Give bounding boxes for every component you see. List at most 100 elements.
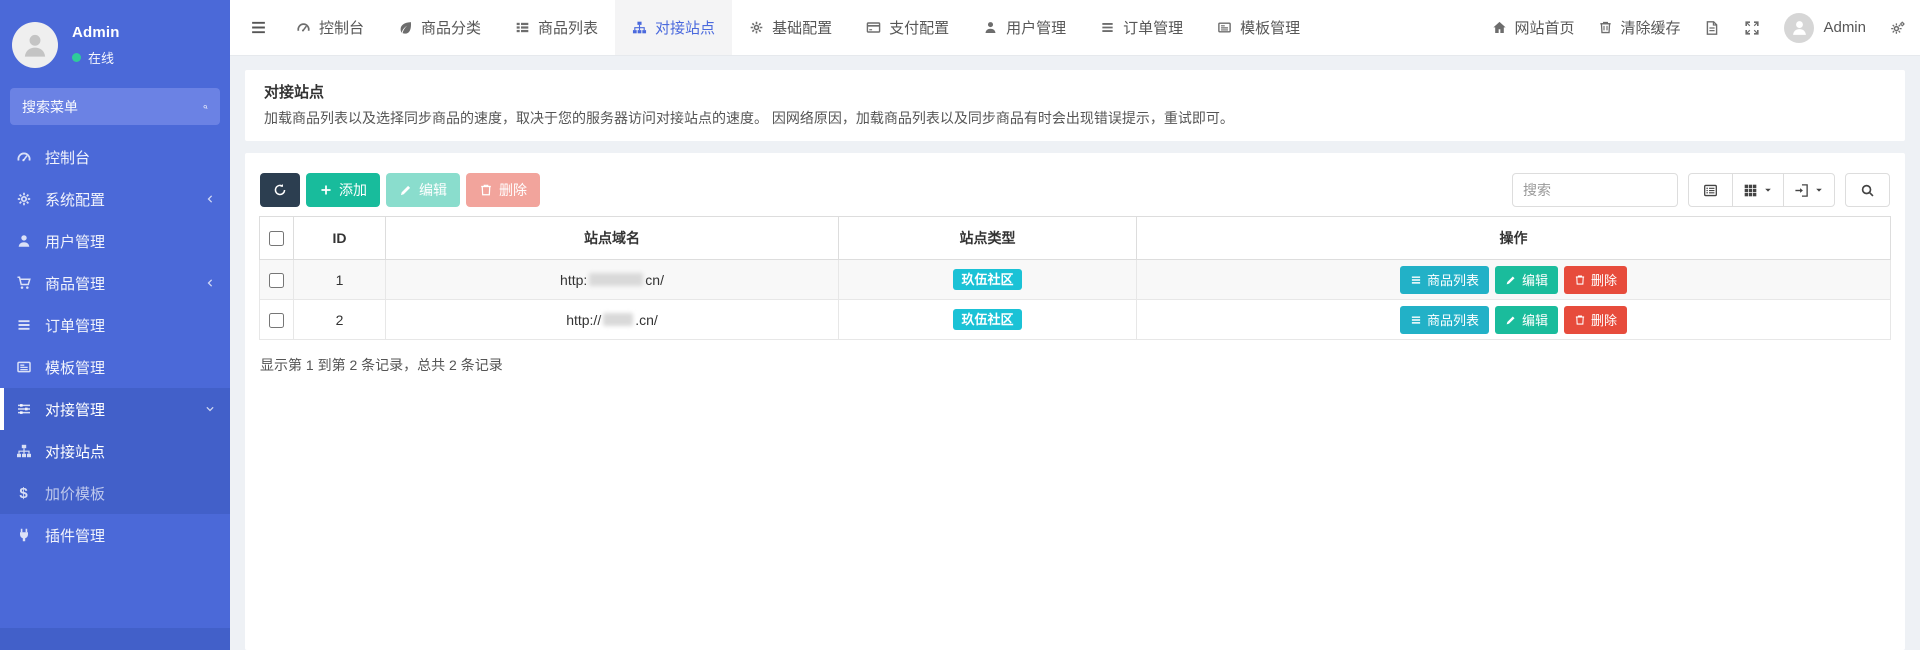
cell-id: 1 <box>294 260 386 300</box>
goods-list-button[interactable]: 商品列表 <box>1400 266 1489 294</box>
domain-suffix: .cn/ <box>635 312 658 328</box>
select-all-checkbox[interactable] <box>269 231 284 246</box>
page-title: 对接站点 <box>264 81 1886 102</box>
trash-icon <box>479 183 493 197</box>
tab-template-management[interactable]: 模板管理 <box>1200 0 1317 55</box>
add-button-label: 添加 <box>339 180 367 200</box>
list-icon <box>15 317 32 334</box>
cart-icon <box>15 275 32 292</box>
sidebar-item-docking-management[interactable]: 对接管理 <box>0 388 230 430</box>
content-area: 对接站点 加载商品列表以及选择同步商品的速度，取决于您的服务器访问对接站点的速度… <box>230 56 1920 650</box>
user-status-label: 在线 <box>88 48 114 67</box>
tab-user-management[interactable]: 用户管理 <box>966 0 1083 55</box>
cell-actions: 商品列表 编辑 删除 <box>1137 300 1891 340</box>
site-type-badge: 玖伍社区 <box>953 269 1021 290</box>
tab-goods-list[interactable]: 商品列表 <box>498 0 615 55</box>
goods-list-button[interactable]: 商品列表 <box>1400 306 1489 334</box>
row-delete-button[interactable]: 删除 <box>1564 306 1627 334</box>
site-home-link[interactable]: 网站首页 <box>1492 17 1574 38</box>
fullscreen-button[interactable] <box>1744 20 1760 36</box>
sidebar-submenu: 对接站点 $ 加价模板 <box>0 430 230 514</box>
tab-label: 支付配置 <box>889 17 949 38</box>
navbar-user-menu[interactable]: Admin <box>1784 13 1866 43</box>
plug-icon <box>15 527 32 544</box>
tab-payment-config[interactable]: 支付配置 <box>849 0 966 55</box>
sidebar-item-markup-template[interactable]: $ 加价模板 <box>0 472 230 514</box>
dollar-icon: $ <box>15 485 32 502</box>
sidebar-item-plugin-management[interactable]: 插件管理 <box>0 514 230 556</box>
sidebar-item-docking-sites[interactable]: 对接站点 <box>0 430 230 472</box>
leaf-icon <box>398 20 413 35</box>
sidebar-item-template-management[interactable]: 模板管理 <box>0 346 230 388</box>
edit-button[interactable]: 编辑 <box>386 173 460 207</box>
search-button[interactable] <box>1845 173 1890 207</box>
table-view-buttons <box>1688 173 1835 207</box>
sidebar-item-goods-management[interactable]: 商品管理 <box>0 262 230 304</box>
avatar[interactable] <box>12 22 58 68</box>
trash-icon <box>1574 274 1586 286</box>
table-search-input[interactable] <box>1512 173 1678 207</box>
domain-suffix: cn/ <box>645 272 664 288</box>
sidebar-item-system-config[interactable]: 系统配置 <box>0 178 230 220</box>
user-name: Admin <box>72 24 120 41</box>
blurred-domain <box>589 273 643 286</box>
row-delete-button[interactable]: 删除 <box>1564 266 1627 294</box>
clear-cache-button[interactable]: 清除缓存 <box>1598 17 1680 38</box>
sidebar-item-label: 用户管理 <box>45 231 105 252</box>
sidebar-search-input[interactable] <box>22 99 203 115</box>
top-navbar: 控制台 商品分类 商品列表 对接站点 基础配置 <box>230 0 1920 56</box>
language-file-button[interactable] <box>1704 20 1720 36</box>
fullscreen-icon <box>1744 20 1760 36</box>
row-checkbox[interactable] <box>269 313 284 328</box>
tab-basic-config[interactable]: 基础配置 <box>732 0 849 55</box>
sidebar-item-user-management[interactable]: 用户管理 <box>0 220 230 262</box>
sidebar-item-label: 商品管理 <box>45 273 105 294</box>
column-header-ops: 操作 <box>1137 217 1891 260</box>
row-checkbox[interactable] <box>269 273 284 288</box>
tab-console[interactable]: 控制台 <box>279 0 381 55</box>
cell-actions: 商品列表 编辑 删除 <box>1137 260 1891 300</box>
tab-order-management[interactable]: 订单管理 <box>1083 0 1200 55</box>
cell-domain: http://.cn/ <box>386 300 839 340</box>
tab-docking-sites[interactable]: 对接站点 <box>615 0 732 55</box>
main-panel: 添加 编辑 删除 <box>245 153 1905 650</box>
main-column: 控制台 商品分类 商品列表 对接站点 基础配置 <box>230 0 1920 650</box>
caret-down-icon <box>1763 183 1773 198</box>
table-toolbar: 添加 编辑 删除 <box>259 173 1891 207</box>
tab-label: 商品分类 <box>421 17 481 38</box>
navbar-tabs: 控制台 商品分类 商品列表 对接站点 基础配置 <box>279 0 1317 55</box>
clear-cache-label: 清除缓存 <box>1620 17 1680 38</box>
row-edit-button[interactable]: 编辑 <box>1495 306 1558 334</box>
delete-button-label: 删除 <box>499 180 527 200</box>
hamburger-icon <box>250 19 267 36</box>
cell-domain: http: cn/ <box>386 260 839 300</box>
export-dropdown-button[interactable] <box>1783 173 1835 207</box>
add-button[interactable]: 添加 <box>306 173 380 207</box>
toggle-view-button[interactable] <box>1688 173 1733 207</box>
chevron-down-icon <box>204 403 216 415</box>
tab-goods-category[interactable]: 商品分类 <box>381 0 498 55</box>
site-home-label: 网站首页 <box>1514 17 1574 38</box>
sidebar-item-label: 对接管理 <box>45 399 105 420</box>
sites-table: ID 站点域名 站点类型 操作 1 http:cn/ 玖伍社区 <box>259 216 1891 340</box>
row-edit-button[interactable]: 编辑 <box>1495 266 1558 294</box>
plus-icon <box>319 183 333 197</box>
pencil-icon <box>399 183 413 197</box>
columns-dropdown-button[interactable] <box>1732 173 1784 207</box>
user-status: 在线 <box>72 48 120 67</box>
sidebar-item-console[interactable]: 控制台 <box>0 136 230 178</box>
domain-prefix: http: <box>560 272 587 288</box>
user-silhouette-icon <box>20 30 50 60</box>
user-silhouette-icon <box>1790 18 1809 37</box>
sidebar-toggle-button[interactable] <box>238 11 279 44</box>
refresh-button[interactable] <box>260 173 300 207</box>
sidebar-item-label: 插件管理 <box>45 525 105 546</box>
settings-button[interactable] <box>1890 20 1906 36</box>
search-icon[interactable] <box>203 100 208 114</box>
column-header-id: ID <box>294 217 386 260</box>
sidebar-menu: 控制台 系统配置 用户管理 商品管理 订单管理 模板管 <box>0 136 230 556</box>
sidebar-item-order-management[interactable]: 订单管理 <box>0 304 230 346</box>
trash-icon <box>1598 20 1613 35</box>
site-type-badge: 玖伍社区 <box>953 309 1021 330</box>
delete-button[interactable]: 删除 <box>466 173 540 207</box>
